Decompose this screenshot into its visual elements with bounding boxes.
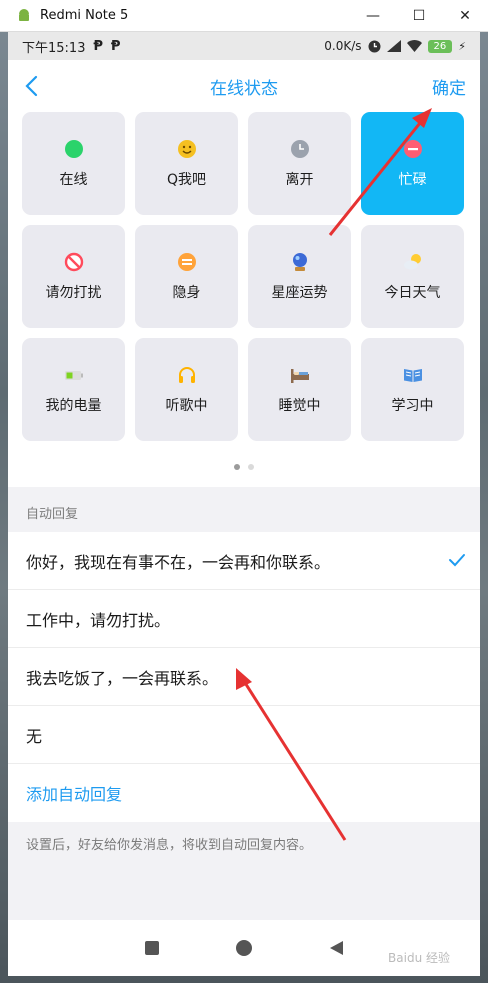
add-auto-reply-button[interactable]: 添加自动回复	[8, 764, 480, 822]
reply-text: 无	[26, 726, 43, 746]
android-icon	[19, 8, 29, 21]
p-notification-icon-2: Ᵽ	[111, 38, 121, 54]
status-label: 离开	[285, 171, 314, 188]
status-label: Q我吧	[166, 171, 207, 188]
battery-icon	[64, 370, 83, 380]
crystal-ball-icon	[292, 252, 307, 271]
status-tile-2[interactable]: Q我吧	[135, 112, 238, 215]
status-tile-11[interactable]: 睡觉中	[248, 338, 351, 441]
baidu-watermark: Baidu 经验	[388, 951, 450, 965]
book-icon	[403, 368, 422, 382]
reply-option-1[interactable]: 你好，我现在有事不在，一会再和你联系。	[8, 532, 480, 590]
status-label: 我的电量	[45, 397, 102, 414]
android-nav-bar	[8, 920, 480, 976]
clock-icon	[290, 139, 309, 158]
window-titlebar: Redmi Note 5 — ☐ ✕	[0, 0, 488, 32]
page-title: 在线状态	[210, 78, 278, 99]
no-entry-icon	[64, 252, 83, 271]
page-dot-2[interactable]	[248, 464, 254, 470]
page-dot-1[interactable]	[234, 464, 240, 470]
smile-face-icon	[177, 139, 196, 158]
status-tile-6[interactable]: 隐身	[135, 225, 238, 328]
status-tile-1[interactable]: 在线	[22, 112, 125, 215]
chevron-left-icon[interactable]	[18, 72, 46, 100]
status-tile-7[interactable]: 星座运势	[248, 225, 351, 328]
green-dot-icon	[64, 139, 83, 158]
reply-option-3[interactable]: 我去吃饭了，一会再联系。	[8, 648, 480, 706]
busy-minus-icon	[403, 139, 422, 158]
status-label: 睡觉中	[278, 397, 321, 414]
check-icon	[449, 554, 465, 567]
phone-screen: 下午15:13 Ᵽ Ᵽ 0.0K/s 26 ⚡ 在线状态 确定 在线 Q我吧 离开 忙…	[8, 32, 480, 976]
status-tile-9[interactable]: 我的电量	[22, 338, 125, 441]
p-notification-icon: Ᵽ	[93, 38, 103, 54]
close-button[interactable]: ✕	[442, 0, 488, 32]
auto-reply-list: 你好，我现在有事不在，一会再和你联系。 工作中，请勿打扰。 我去吃饭了，一会再联…	[8, 532, 480, 822]
status-label: 星座运势	[271, 284, 328, 301]
maximize-button[interactable]: ☐	[396, 0, 442, 32]
reply-text: 我去吃饭了，一会再联系。	[26, 668, 219, 688]
wifi-icon	[406, 40, 422, 52]
bed-icon	[290, 368, 309, 383]
reply-text: 你好，我现在有事不在，一会再和你联系。	[26, 552, 331, 572]
alarm-icon	[368, 40, 381, 52]
status-tile-4[interactable]: 忙碌	[361, 112, 464, 215]
status-tile-10[interactable]: 听歌中	[135, 338, 238, 441]
status-tile-5[interactable]: 请勿打扰	[22, 225, 125, 328]
status-label: 忙碌	[398, 171, 427, 188]
status-tile-3[interactable]: 离开	[248, 112, 351, 215]
add-auto-reply-label: 添加自动回复	[26, 785, 123, 804]
reply-text: 工作中，请勿打扰。	[26, 610, 171, 630]
status-time: 下午15:13	[22, 40, 86, 56]
status-label: 隐身	[172, 284, 201, 301]
hidden-icon	[177, 252, 196, 271]
status-tile-12[interactable]: 学习中	[361, 338, 464, 441]
back-icon[interactable]	[327, 939, 345, 957]
weather-icon	[403, 253, 421, 269]
status-bar: 下午15:13 Ᵽ Ᵽ 0.0K/s 26 ⚡	[8, 32, 480, 60]
confirm-button[interactable]: 确定	[432, 74, 466, 99]
app-header: 在线状态 确定	[8, 60, 480, 112]
window-title: Redmi Note 5	[40, 8, 129, 23]
recent-apps-icon[interactable]	[143, 939, 161, 957]
status-grid: 在线 Q我吧 离开 忙碌请勿打扰 隐身 星座运势 今日天气我的电量 听歌中 睡觉中 学习中	[22, 112, 474, 441]
reply-option-4[interactable]: 无	[8, 706, 480, 764]
status-label: 请勿打扰	[45, 284, 102, 301]
status-label: 在线	[59, 171, 88, 188]
network-speed: 0.0K/s	[324, 39, 362, 53]
auto-reply-section-label: 自动回复	[8, 487, 480, 532]
auto-reply-footnote: 设置后，好友给你发消息，将收到自动回复内容。	[8, 822, 480, 922]
home-icon[interactable]	[235, 939, 253, 957]
status-grid-section: 在线 Q我吧 离开 忙碌请勿打扰 隐身 星座运势 今日天气我的电量 听歌中 睡觉中 学习中	[8, 112, 480, 447]
status-label: 听歌中	[165, 397, 208, 414]
battery-level: 26	[427, 39, 453, 53]
status-tile-8[interactable]: 今日天气	[361, 225, 464, 328]
minimize-button[interactable]: —	[350, 0, 396, 32]
status-label: 今日天气	[384, 284, 441, 301]
page-indicator	[8, 447, 480, 487]
signal-icon	[386, 40, 401, 52]
headphones-icon	[178, 366, 195, 383]
charging-icon: ⚡	[458, 39, 466, 53]
reply-option-2[interactable]: 工作中，请勿打扰。	[8, 590, 480, 648]
status-label: 学习中	[391, 397, 434, 414]
